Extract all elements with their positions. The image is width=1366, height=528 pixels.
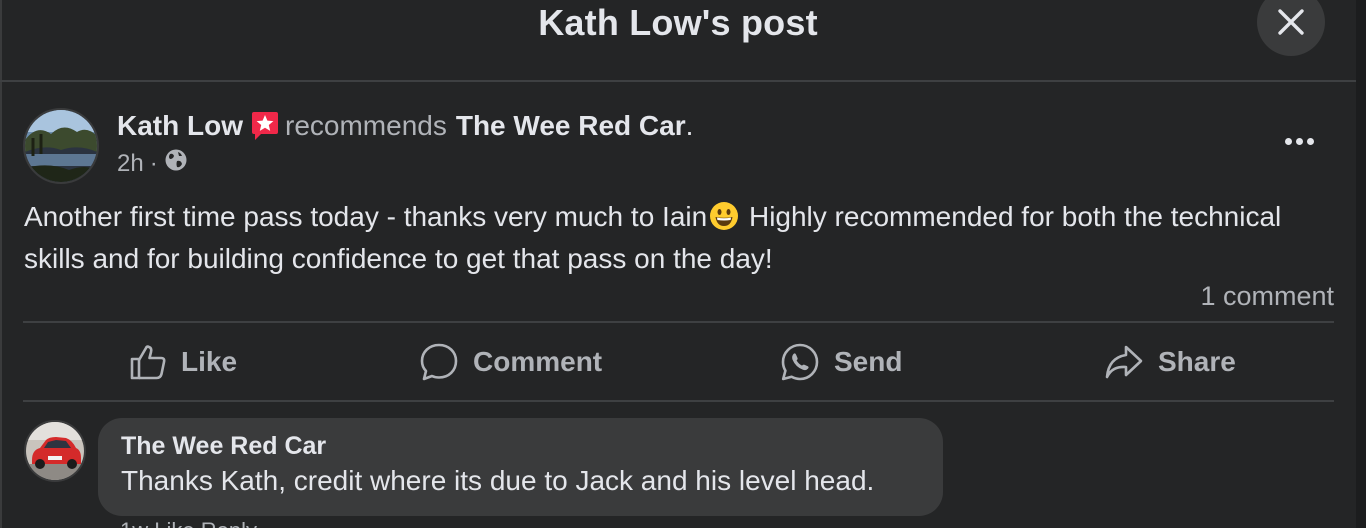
right-edge xyxy=(1356,0,1366,528)
commenter-name[interactable]: The Wee Red Car xyxy=(121,432,326,461)
commenter-avatar[interactable] xyxy=(24,420,86,482)
like-label: Like xyxy=(181,345,238,377)
dialog-title: Kath Low's post xyxy=(538,2,818,43)
red-car-photo xyxy=(26,422,84,480)
comment-label: Comment xyxy=(473,345,603,377)
more-options-icon xyxy=(1284,137,1314,145)
recommendation-star-icon xyxy=(249,110,281,142)
thumbs-up-icon xyxy=(130,344,166,379)
close-icon xyxy=(1278,9,1304,35)
globe-icon[interactable] xyxy=(164,148,188,179)
actions-bottom-divider xyxy=(23,400,1334,402)
comment-text: Thanks Kath, credit where its due to Jac… xyxy=(121,465,875,496)
author-name[interactable]: Kath Low xyxy=(117,110,243,142)
meta-separator: · xyxy=(149,149,158,177)
landscape-photo xyxy=(25,110,97,182)
dialog-header: Kath Low's post xyxy=(0,0,1356,82)
sentence-period: . xyxy=(685,110,694,141)
like-button[interactable]: Like xyxy=(129,323,237,400)
recommended-page-name[interactable]: The Wee Red Car xyxy=(456,110,686,142)
post-author-line: Kath Low recommends The Wee Red Car. xyxy=(117,106,693,146)
share-label: Share xyxy=(1158,345,1236,377)
send-label: Send xyxy=(834,345,903,377)
share-button[interactable]: Share xyxy=(1104,323,1236,400)
post-text-part1: Another first time pass today - thanks v… xyxy=(24,201,708,232)
post-body: Another first time pass today - thanks v… xyxy=(24,198,1334,277)
author-avatar[interactable] xyxy=(23,108,99,184)
post-timestamp[interactable]: 2h xyxy=(117,150,144,178)
whatsapp-icon xyxy=(781,343,819,380)
grinning-face-emoji xyxy=(709,201,739,240)
close-button[interactable] xyxy=(1257,0,1325,56)
comment-actions-cutoff[interactable]: 1w Like Reply xyxy=(120,518,257,528)
comment-button[interactable]: Comment xyxy=(419,323,602,400)
post-actions-bar: Like Comment Send Share xyxy=(23,323,1334,400)
comment-bubble: The Wee Red Car Thanks Kath, credit wher… xyxy=(98,418,943,516)
comment-count-link[interactable]: 1 comment xyxy=(1200,281,1334,312)
send-button[interactable]: Send xyxy=(780,323,902,400)
comment-bubble-icon xyxy=(420,343,458,380)
share-arrow-icon xyxy=(1105,345,1143,378)
post-meta: 2h · xyxy=(117,148,188,179)
recommends-text: recommends xyxy=(285,110,447,141)
more-options-button[interactable] xyxy=(1276,124,1322,158)
